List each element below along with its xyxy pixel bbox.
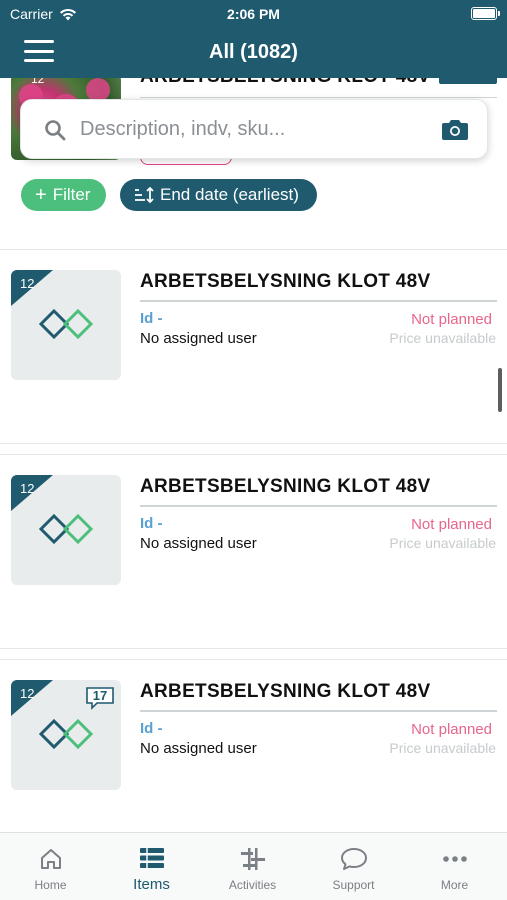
sort-label: End date (earliest) xyxy=(160,185,299,204)
sort-button[interactable]: End date (earliest) xyxy=(120,179,317,211)
clock: 2:06 PM xyxy=(227,6,280,22)
tab-support[interactable]: Support xyxy=(303,833,404,900)
item-badge: 12 xyxy=(20,686,35,701)
item-title: ARBETSBELYSNING KLOT 48V xyxy=(140,681,431,702)
status-bar: Carrier 2:06 PM xyxy=(0,0,507,28)
item-status: Not planned xyxy=(411,721,492,738)
item-title: ARBETSBELYSNING KLOT 48V xyxy=(140,271,431,292)
battery-icon xyxy=(471,7,500,20)
divider xyxy=(140,710,497,712)
tab-label: More xyxy=(440,878,469,892)
item-status: Not planned xyxy=(411,311,492,328)
tab-items[interactable]: Items xyxy=(101,833,202,900)
item-assignee: No assigned user xyxy=(140,535,257,552)
item-title: ARBETSBELYSNING KLOT 48V xyxy=(140,78,431,88)
logo-icon xyxy=(38,718,94,750)
more-icon xyxy=(442,856,467,862)
home-icon xyxy=(40,849,61,869)
tab-home[interactable]: Home xyxy=(0,833,101,900)
sort-icon xyxy=(135,187,154,203)
search-input[interactable]: Description, indv, sku... xyxy=(20,99,488,159)
item-badge: 12 xyxy=(20,276,35,291)
divider xyxy=(140,505,497,507)
item-price: Price unavailable xyxy=(389,330,496,346)
message-count-icon: 17 xyxy=(85,686,115,715)
activities-icon xyxy=(240,848,265,870)
divider xyxy=(140,300,497,302)
status-tag xyxy=(439,78,497,84)
search-placeholder: Description, indv, sku... xyxy=(80,118,286,140)
item-price: Price unavailable xyxy=(389,740,496,756)
tab-label: Items xyxy=(133,876,170,893)
support-icon xyxy=(340,848,367,870)
tab-more[interactable]: More xyxy=(404,833,505,900)
logo-icon xyxy=(38,308,94,340)
item-id: Id - xyxy=(140,720,163,737)
list-item[interactable]: 12 ARBETSBELYSNING KLOT 48V Id - No assi… xyxy=(0,454,507,649)
item-price: Price unavailable xyxy=(389,535,496,551)
tab-label: Support xyxy=(332,878,375,892)
item-badge: 12 xyxy=(31,78,45,86)
plus-icon: + xyxy=(35,184,47,206)
item-badge: 12 xyxy=(20,481,35,496)
divider xyxy=(140,97,497,98)
tab-label: Activities xyxy=(228,878,277,892)
tab-bar: Home Items Activities Support More xyxy=(0,832,507,900)
app-header: Carrier 2:06 PM All (1082) xyxy=(0,0,507,78)
item-thumbnail: 12 xyxy=(11,475,121,585)
page-title: All (1082) xyxy=(209,41,298,63)
message-count: 17 xyxy=(92,688,108,703)
logo-icon xyxy=(38,513,94,545)
item-status: Not planned xyxy=(411,516,492,533)
list-item[interactable]: 12 ARBETSBELYSNING KLOT 48V Id - No assi… xyxy=(0,249,507,444)
tab-activities[interactable]: Activities xyxy=(202,833,303,900)
item-thumbnail: 12 xyxy=(11,270,121,380)
camera-icon[interactable] xyxy=(441,117,469,141)
item-id: Id - xyxy=(140,310,163,327)
item-thumbnail: 12 17 xyxy=(11,680,121,790)
item-assignee: No assigned user xyxy=(140,330,257,347)
filter-label: Filter xyxy=(52,185,91,204)
filter-button[interactable]: + Filter xyxy=(21,179,106,211)
item-assignee: No assigned user xyxy=(140,740,257,757)
item-id: Id - xyxy=(140,515,163,532)
search-icon xyxy=(45,120,66,141)
list-item[interactable]: 12 17 ARBETSBELYSNING KLOT 48V Id - No a… xyxy=(0,659,507,854)
tab-label: Home xyxy=(34,878,67,892)
items-icon xyxy=(139,848,164,868)
item-title: ARBETSBELYSNING KLOT 48V xyxy=(140,476,431,497)
scrollbar[interactable] xyxy=(498,368,502,412)
